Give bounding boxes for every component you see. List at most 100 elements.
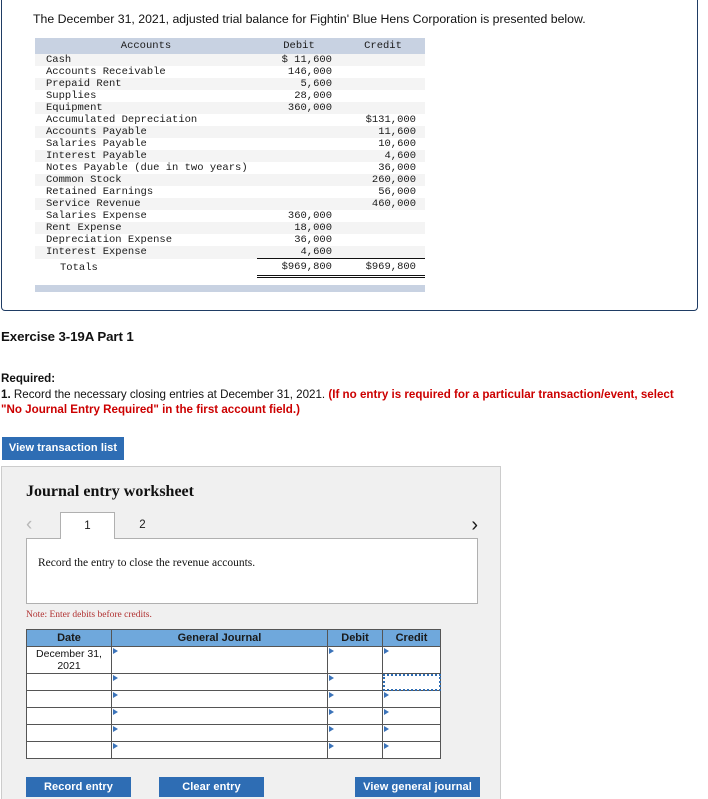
tab-entry-2[interactable]: 2 bbox=[115, 512, 170, 539]
journal-date-cell[interactable] bbox=[26, 673, 112, 691]
page-title: Exercise 3-19A Part 1 bbox=[1, 329, 134, 344]
requirement-text: Record the necessary closing entries at … bbox=[10, 387, 329, 401]
cell-debit bbox=[257, 150, 341, 162]
cell-account: Prepaid Rent bbox=[35, 78, 257, 90]
journal-debit-cell[interactable] bbox=[327, 690, 383, 708]
table-row: Depreciation Expense 36,000 bbox=[35, 234, 425, 246]
cell-credit bbox=[341, 246, 425, 259]
journal-row bbox=[26, 690, 441, 708]
table-row: Accounts Payable 11,600 bbox=[35, 126, 425, 138]
cell-account: Interest Payable bbox=[35, 150, 257, 162]
journal-account-cell[interactable] bbox=[111, 724, 328, 742]
record-entry-button[interactable]: Record entry bbox=[26, 777, 131, 797]
journal-row bbox=[26, 707, 441, 725]
cell-credit bbox=[341, 102, 425, 114]
journal-credit-cell[interactable] bbox=[382, 724, 441, 742]
dropdown-marker-icon bbox=[113, 709, 118, 715]
table-row: Supplies 28,000 bbox=[35, 90, 425, 102]
journal-account-cell[interactable] bbox=[111, 707, 328, 725]
cell-account: Salaries Expense bbox=[35, 210, 257, 222]
table-row: Accumulated Depreciation $131,000 bbox=[35, 114, 425, 126]
cell-debit: 146,000 bbox=[257, 66, 341, 78]
cell-debit bbox=[257, 186, 341, 198]
trial-balance-card: The December 31, 2021, adjusted trial ba… bbox=[1, 0, 698, 311]
cell-account: Depreciation Expense bbox=[35, 234, 257, 246]
journal-credit-cell[interactable] bbox=[382, 690, 441, 708]
cell-debit bbox=[257, 126, 341, 138]
totals-credit: $969,800 bbox=[341, 258, 425, 278]
next-entry-arrow-icon[interactable]: › bbox=[471, 513, 478, 537]
journal-row: December 31, 2021 bbox=[26, 646, 441, 674]
journal-debit-cell[interactable] bbox=[327, 741, 383, 759]
journal-debit-cell[interactable] bbox=[327, 707, 383, 725]
dropdown-marker-icon bbox=[384, 692, 389, 698]
journal-credit-cell[interactable] bbox=[382, 707, 441, 725]
table-row: Interest Payable 4,600 bbox=[35, 150, 425, 162]
dropdown-marker-icon bbox=[329, 648, 334, 654]
journal-column-header-date: Date bbox=[26, 629, 112, 647]
table-row: Salaries Payable 10,600 bbox=[35, 138, 425, 150]
journal-date-cell[interactable] bbox=[26, 724, 112, 742]
totals-label: Totals bbox=[35, 258, 257, 277]
journal-credit-cell[interactable] bbox=[382, 646, 441, 674]
cell-credit bbox=[341, 90, 425, 102]
table-row: Rent Expense 18,000 bbox=[35, 222, 425, 234]
dropdown-marker-icon bbox=[384, 743, 389, 749]
journal-account-cell[interactable] bbox=[111, 646, 328, 674]
cell-debit: 18,000 bbox=[257, 222, 341, 234]
dropdown-marker-icon bbox=[384, 709, 389, 715]
journal-entry-table: Date General Journal Debit Credit Decemb… bbox=[26, 629, 441, 759]
cell-credit: 10,600 bbox=[341, 138, 425, 150]
cell-credit bbox=[341, 222, 425, 234]
column-header-accounts: Accounts bbox=[35, 38, 257, 54]
cell-account: Cash bbox=[35, 54, 257, 66]
journal-date-cell[interactable] bbox=[26, 707, 112, 725]
view-general-journal-button[interactable]: View general journal bbox=[355, 777, 480, 797]
cell-credit bbox=[341, 210, 425, 222]
tab-entry-1[interactable]: 1 bbox=[60, 512, 115, 539]
journal-debit-cell[interactable] bbox=[327, 724, 383, 742]
dropdown-marker-icon bbox=[113, 692, 118, 698]
clear-entry-button[interactable]: Clear entry bbox=[159, 777, 264, 797]
table-row: Accounts Receivable 146,000 bbox=[35, 66, 425, 78]
cell-account: Equipment bbox=[35, 102, 257, 114]
dropdown-marker-icon bbox=[329, 743, 334, 749]
journal-account-cell[interactable] bbox=[111, 690, 328, 708]
cell-credit: $131,000 bbox=[341, 114, 425, 126]
journal-row bbox=[26, 673, 441, 691]
cell-credit bbox=[341, 66, 425, 78]
worksheet-instruction-text: Record the entry to close the revenue ac… bbox=[38, 557, 256, 569]
cell-debit bbox=[257, 138, 341, 150]
previous-entry-arrow-icon[interactable]: ‹ bbox=[26, 513, 32, 537]
journal-row bbox=[26, 741, 441, 759]
required-block: Required: 1. Record the necessary closin… bbox=[1, 371, 695, 418]
journal-credit-cell[interactable] bbox=[382, 741, 441, 759]
cell-debit: 4,600 bbox=[257, 246, 341, 259]
dropdown-marker-icon bbox=[113, 743, 118, 749]
journal-account-cell[interactable] bbox=[111, 673, 328, 691]
cell-debit: 360,000 bbox=[257, 102, 341, 114]
cell-debit: 360,000 bbox=[257, 210, 341, 222]
journal-debit-cell[interactable] bbox=[327, 646, 383, 674]
journal-column-header-debit: Debit bbox=[327, 629, 383, 647]
journal-date-cell[interactable]: December 31, 2021 bbox=[26, 646, 112, 674]
table-row: Cash $ 11,600 bbox=[35, 54, 425, 66]
cell-debit bbox=[257, 198, 341, 210]
cell-account: Notes Payable (due in two years) bbox=[35, 162, 257, 174]
view-transaction-list-button[interactable]: View transaction list bbox=[2, 437, 124, 460]
journal-account-cell[interactable] bbox=[111, 741, 328, 759]
table-row: Notes Payable (due in two years) 36,000 bbox=[35, 162, 425, 174]
journal-date-cell[interactable] bbox=[26, 741, 112, 759]
dropdown-marker-icon bbox=[384, 648, 389, 654]
cell-credit: 36,000 bbox=[341, 162, 425, 174]
dropdown-marker-icon bbox=[329, 726, 334, 732]
cell-credit: 4,600 bbox=[341, 150, 425, 162]
totals-debit: $969,800 bbox=[257, 258, 341, 278]
journal-debit-cell[interactable] bbox=[327, 673, 383, 691]
journal-credit-cell-selected[interactable] bbox=[382, 673, 441, 691]
totals-row: Totals $969,800 $969,800 bbox=[35, 258, 425, 278]
trial-balance-body: Cash $ 11,600 Accounts Receivable 146,000 … bbox=[35, 54, 425, 278]
table-row: Salaries Expense 360,000 bbox=[35, 210, 425, 222]
journal-column-header-credit: Credit bbox=[382, 629, 441, 647]
journal-date-cell[interactable] bbox=[26, 690, 112, 708]
